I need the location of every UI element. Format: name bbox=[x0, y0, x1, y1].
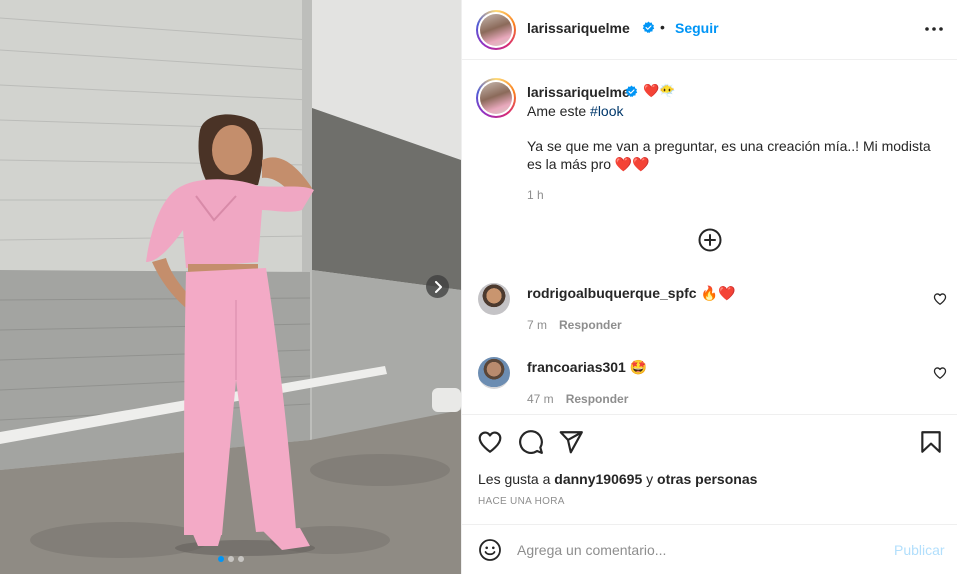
caption-emoji: ❤️😶‍🌫️ bbox=[643, 83, 676, 98]
carousel-dot-active bbox=[217, 556, 224, 562]
comment-meta: 7 m Responder bbox=[527, 318, 622, 332]
commenter-avatar[interactable] bbox=[478, 283, 510, 315]
carousel-dot bbox=[227, 556, 234, 562]
reply-button[interactable]: Responder bbox=[566, 392, 629, 406]
more-horizontal-icon[interactable] bbox=[922, 19, 946, 39]
carousel-dot bbox=[237, 556, 244, 562]
comment-username-line: francoarias301 🤩 bbox=[527, 359, 647, 376]
separator-dot: • bbox=[660, 19, 665, 35]
post-photo[interactable] bbox=[0, 0, 461, 574]
avatar-image bbox=[480, 14, 512, 46]
post-time-ago[interactable]: HACE UNA HORA bbox=[478, 496, 565, 507]
comment-like-heart-icon[interactable] bbox=[933, 366, 947, 380]
caption-avatar[interactable] bbox=[476, 78, 516, 118]
comment-item: rodrigoalbuquerque_spfc 🔥❤️ 7 m Responder bbox=[462, 282, 957, 342]
author-avatar[interactable] bbox=[476, 10, 516, 50]
post-header: larissariquelme • Seguir bbox=[462, 0, 957, 60]
post-side-panel: larissariquelme • Seguir larissariquelme bbox=[461, 0, 957, 574]
add-comment-bar: Publicar bbox=[462, 524, 957, 574]
verified-badge-icon bbox=[625, 85, 638, 98]
comment-input[interactable] bbox=[517, 540, 877, 560]
caption-text: Ame este #look bbox=[527, 103, 624, 119]
comments-section: larissariquelme ❤️😶‍🌫️ Ame este #look Ya… bbox=[462, 60, 957, 414]
caption-hashtag[interactable]: #look bbox=[590, 103, 623, 119]
comment-username[interactable]: rodrigoalbuquerque_spfc bbox=[527, 285, 697, 301]
likes-others[interactable]: otras personas bbox=[657, 471, 757, 487]
comment-username[interactable]: francoarias301 bbox=[527, 359, 626, 375]
likes-summary: Les gusta a danny190695 y otras personas bbox=[478, 471, 757, 487]
photo-scene bbox=[0, 0, 461, 574]
caption-paragraph: Ya se que me van a preguntar, es una cre… bbox=[527, 138, 931, 172]
likes-middle: y bbox=[642, 471, 658, 487]
avatar-image bbox=[480, 82, 512, 114]
next-photo-button[interactable] bbox=[426, 275, 449, 298]
instagram-post: larissariquelme • Seguir larissariquelme bbox=[0, 0, 957, 574]
caption-username[interactable]: larissariquelme bbox=[527, 84, 630, 100]
emoji-smile-icon[interactable] bbox=[478, 538, 502, 562]
likes-prefix: Les gusta a bbox=[478, 471, 555, 487]
comment-username-line: rodrigoalbuquerque_spfc 🔥❤️ bbox=[527, 285, 735, 302]
plus-circle-icon[interactable] bbox=[698, 228, 722, 252]
comment-item: francoarias301 🤩 47 m Responder bbox=[462, 356, 957, 416]
send-icon[interactable] bbox=[558, 429, 584, 455]
carousel-dots bbox=[0, 556, 461, 562]
caption-timestamp[interactable]: 1 h bbox=[527, 188, 544, 202]
caption-text-prefix: Ame este bbox=[527, 103, 591, 119]
chevron-right-icon bbox=[434, 280, 442, 293]
commenter-avatar[interactable] bbox=[478, 357, 510, 389]
verified-badge-icon bbox=[642, 21, 655, 34]
likes-user[interactable]: danny190695 bbox=[554, 471, 642, 487]
bookmark-icon[interactable] bbox=[918, 429, 944, 455]
comment-text: 🤩 bbox=[629, 359, 648, 375]
comment-meta: 47 m Responder bbox=[527, 392, 628, 406]
heart-icon[interactable] bbox=[477, 429, 503, 455]
follow-button[interactable]: Seguir bbox=[675, 20, 719, 36]
comment-icon[interactable] bbox=[518, 429, 544, 455]
comment-like-heart-icon[interactable] bbox=[933, 292, 947, 306]
comment-time[interactable]: 7 m bbox=[527, 318, 547, 332]
reply-button[interactable]: Responder bbox=[559, 318, 622, 332]
comment-text: 🔥❤️ bbox=[700, 285, 736, 301]
publish-button[interactable]: Publicar bbox=[894, 542, 945, 558]
post-actions: Les gusta a danny190695 y otras personas… bbox=[462, 414, 957, 524]
author-username[interactable]: larissariquelme bbox=[527, 20, 630, 36]
comment-time[interactable]: 47 m bbox=[527, 392, 554, 406]
